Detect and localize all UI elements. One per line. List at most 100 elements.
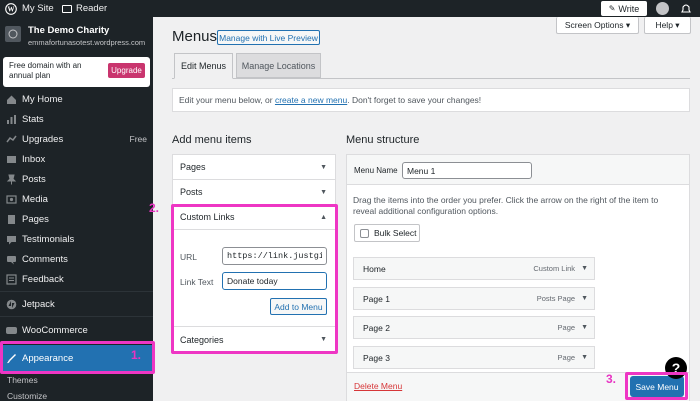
menu-item-home[interactable]: Home Custom Link ▼ [353,257,595,280]
sidebar-item-label: Pages [22,213,49,225]
help-button[interactable]: Help ▾ [644,17,691,34]
feedback-icon [6,273,17,285]
home-icon [6,94,17,105]
sidebar-item-label: Posts [22,173,46,185]
wordpress-logo-icon[interactable]: W [5,0,17,17]
sidebar-item-stats[interactable]: Stats [0,109,153,129]
checkbox-icon [360,228,369,238]
sidebar-item-woocommerce[interactable]: WooCommerce [0,320,153,340]
arrow-down-icon: ▼ [320,188,327,196]
upgrades-icon [6,134,17,145]
arrow-down-icon: ▼ [320,163,327,171]
tab-edit-menus[interactable]: Edit Menus [174,53,233,79]
submenu-customize[interactable]: Customize [7,391,47,401]
screen-options-button[interactable]: Screen Options ▾ [556,17,639,34]
menu-structure-title: Menu structure [346,134,420,146]
my-site-label: My Site [22,3,54,14]
delete-menu-link[interactable]: Delete Menu [354,381,402,391]
site-icon [5,26,21,42]
sidebar-item-upgrades[interactable]: Upgrades Free [0,129,153,149]
inbox-icon [6,154,17,165]
accordion-label: Pages [180,162,206,172]
upgrade-promo: Free domain with an annual plan Upgrade [3,57,150,87]
media-icon [6,194,17,205]
upgrade-button[interactable]: Upgrade [108,63,145,78]
sidebar-item-posts[interactable]: Posts [0,169,153,189]
notice-text: Edit your menu below, or [179,95,273,105]
sidebar-item-label: Jetpack [22,298,55,310]
add-menu-items-title: Add menu items [172,134,252,146]
sidebar-item-label: Comments [22,253,68,265]
free-badge: Free [129,134,147,144]
menu-item-type: Posts Page [536,294,576,303]
accordion-pages[interactable]: Pages ▼ [173,155,335,180]
accordion-posts[interactable]: Posts ▼ [173,180,335,205]
sidebar-item-pages[interactable]: Pages [0,209,153,229]
sidebar-item-label: My Home [22,93,63,105]
reader-link[interactable]: Reader [62,0,107,17]
stats-icon [6,114,17,125]
pin-icon [6,174,17,185]
site-url: emmafortunasotest.wordpress.com [28,38,146,47]
menu-item-type: Page [557,323,576,332]
sidebar-item-jetpack[interactable]: Jetpack [0,294,153,314]
menu-item-page-1[interactable]: Page 1 Posts Page ▼ [353,287,595,310]
menu-item-page-2[interactable]: Page 2 Page ▼ [353,316,595,339]
arrow-down-icon[interactable]: ▼ [581,324,588,331]
sidebar-item-label: Feedback [22,273,64,285]
avatar[interactable] [656,2,669,15]
promo-text: Free domain with an annual plan [9,61,82,80]
testimonials-icon [6,234,17,245]
admin-bar: W My Site Reader ✎ Write [0,0,700,17]
menu-instructions: Drag the items into the order you prefer… [353,195,659,216]
menu-name-label: Menu Name [354,166,398,175]
annotation-number-3: 3. [606,372,617,386]
sidebar-item-media[interactable]: Media [0,189,153,209]
menu-item-name: Page 1 [363,293,390,304]
sidebar-item-label: Stats [22,113,44,125]
arrow-down-icon[interactable]: ▼ [581,265,588,272]
sidebar-divider [0,291,153,292]
sidebar-item-inbox[interactable]: Inbox [0,149,153,169]
pages-icon [6,214,17,225]
tab-manage-locations[interactable]: Manage Locations [236,53,321,78]
bulk-select-label: Bulk Select [374,228,417,238]
my-site-link[interactable]: My Site [22,0,54,17]
sidebar-item-label: Upgrades [22,133,64,145]
sidebar-item-comments[interactable]: Comments [0,249,153,269]
annotation-number-1: 1. [131,348,142,362]
menu-item-name: Page 3 [363,352,390,363]
menu-item-name: Page 2 [363,322,390,333]
arrow-down-icon[interactable]: ▼ [581,295,588,302]
menu-item-name: Home [363,263,386,274]
sidebar-item-label: Inbox [22,153,46,165]
menu-name-input[interactable] [402,162,532,179]
page-title: Menus [172,28,218,45]
create-menu-link[interactable]: create a new menu [275,95,347,105]
menu-item-page-3[interactable]: Page 3 Page ▼ [353,346,595,369]
write-label: Write [618,3,640,14]
arrow-down-icon[interactable]: ▼ [581,354,588,361]
sidebar-item-label: Testimonials [22,233,75,245]
notifications-icon[interactable] [680,3,692,14]
sidebar-item-my-home[interactable]: My Home [0,89,153,109]
accordion-label: Posts [180,187,203,197]
submenu-themes[interactable]: Themes [7,375,38,385]
sidebar-item-label: Media [22,193,48,205]
site-name[interactable]: The Demo Charity [28,25,109,36]
tabs-border [172,78,690,79]
write-button[interactable]: ✎ Write [601,1,647,16]
menu-notice: Edit your menu below, or create a new me… [172,88,690,112]
highlight-custom-links [171,204,338,354]
comments-icon [6,254,17,265]
woocommerce-icon [6,325,17,336]
sidebar-divider [0,316,153,317]
live-preview-button[interactable]: Manage with Live Preview [217,30,320,45]
sidebar-item-testimonials[interactable]: Testimonials [0,229,153,249]
menu-item-type: Page [557,353,576,362]
menu-item-type: Custom Link [533,264,576,273]
highlight-save-menu [625,372,688,400]
pencil-icon: ✎ [608,4,616,13]
bulk-select-button[interactable]: Bulk Select [354,224,420,242]
sidebar-item-feedback[interactable]: Feedback [0,269,153,289]
